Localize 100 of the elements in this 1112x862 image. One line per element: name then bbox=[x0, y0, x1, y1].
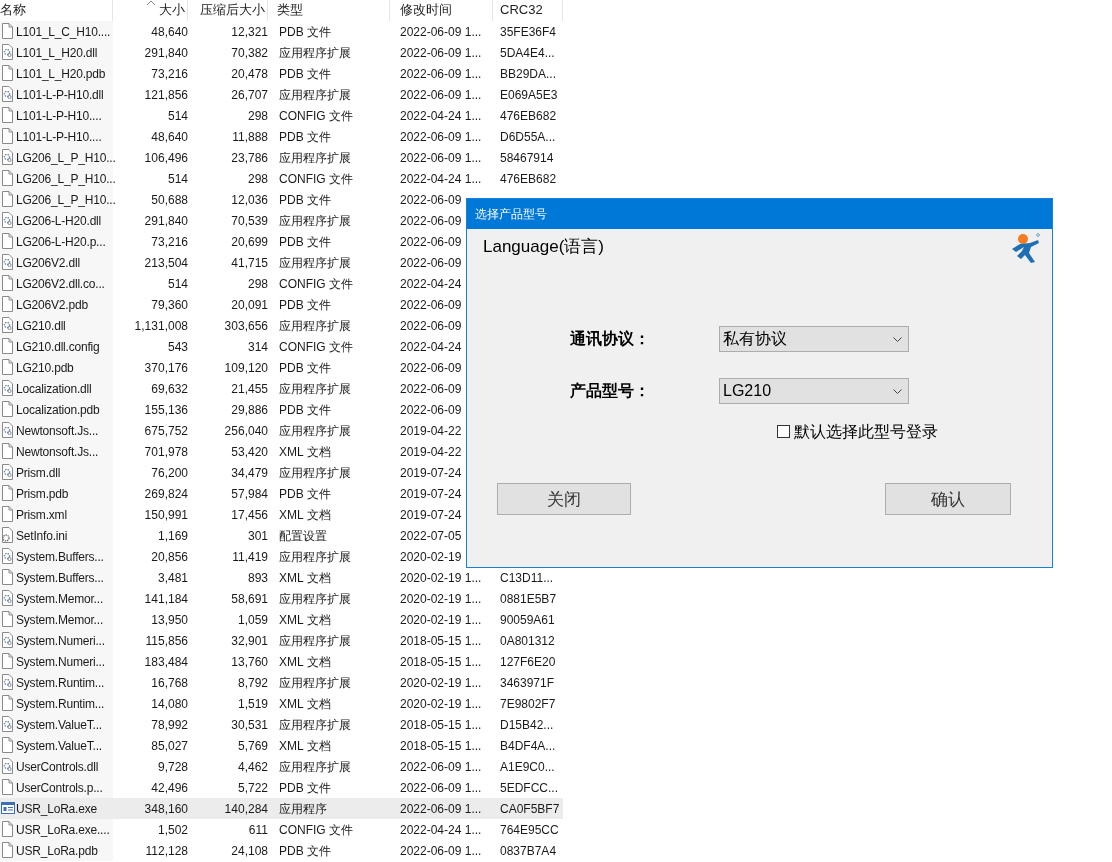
file-row[interactable]: Localization.dll 69,632 21,455 应用程序扩展 2022-06-09 bbox=[0, 378, 563, 399]
file-row[interactable]: System.Buffers... 20,856 11,419 应用程序扩展 2020-02-19 bbox=[0, 546, 563, 567]
table-cell-text: 32,901 bbox=[231, 632, 268, 650]
table-cell-text: UserControls.dll bbox=[16, 758, 99, 776]
file-row[interactable]: System.Buffers... 3,481 893 XML 文档 2020-02-19 1... C13D11... bbox=[0, 567, 563, 588]
table-cell-text: System.Memor... bbox=[16, 611, 104, 629]
table-cell-text: 应用程序扩展 bbox=[278, 44, 351, 62]
table-cell-text: 70,382 bbox=[231, 44, 268, 62]
file-row[interactable]: L101-L-P-H10.... 514 298 CONFIG 文件 2022-04-24 1... 476EB682 bbox=[0, 105, 563, 126]
settings-file-icon bbox=[1, 527, 15, 543]
file-icon bbox=[1, 275, 15, 291]
dropdown[interactable]: 私有协议 bbox=[719, 326, 909, 352]
table-cell-text: PDB 文件 bbox=[278, 233, 331, 251]
file-row[interactable]: USR_LoRa.pdb 112,128 24,108 PDB 文件 2022-06-09 1... 0837B7A4 bbox=[0, 840, 563, 861]
file-row[interactable]: System.Numeri... 115,856 32,901 应用程序扩展 2018-05-15 1... 0A801312 bbox=[0, 630, 563, 651]
table-cell-text: Newtonsoft.Js... bbox=[16, 443, 99, 461]
close-button[interactable]: 关闭 bbox=[497, 483, 631, 516]
file-row[interactable]: LG210.pdb 370,176 109,120 PDB 文件 2022-06-09 bbox=[0, 357, 563, 378]
file-row[interactable]: System.Memor... 13,950 1,059 XML 文档 2020-02-19 1... 90059A61 bbox=[0, 609, 563, 630]
table-cell-text: 2019-07-24 bbox=[399, 464, 462, 482]
table-cell-text: 611 bbox=[248, 821, 268, 839]
column-header[interactable]: CRC32 bbox=[500, 2, 543, 17]
table-cell-text: 应用程序扩展 bbox=[278, 464, 351, 482]
table-cell-text: 348,160 bbox=[144, 800, 188, 818]
table-cell-text: Prism.dll bbox=[16, 464, 61, 482]
table-cell-text: A1E9C0... bbox=[499, 758, 555, 776]
table-cell-text: SetInfo.ini bbox=[16, 527, 68, 545]
table-cell-text: 155,136 bbox=[144, 401, 188, 419]
column-header[interactable]: 类型 bbox=[277, 2, 303, 17]
table-cell-text: 150,991 bbox=[144, 506, 188, 524]
table-cell-text: 5EDFCC... bbox=[499, 779, 558, 797]
column-header[interactable]: 压缩后大小 bbox=[200, 2, 265, 17]
table-cell-text: USR_LoRa.pdb bbox=[16, 842, 98, 860]
file-icon bbox=[1, 23, 15, 39]
file-row[interactable]: LG206_L_P_H10... 514 298 CONFIG 文件 2022-04-24 1... 476EB682 bbox=[0, 168, 563, 189]
table-cell-text: PDB 文件 bbox=[278, 296, 331, 314]
file-row[interactable]: System.Runtim... 16,768 8,792 应用程序扩展 2020-02-19 1... 3463971F bbox=[0, 672, 563, 693]
gear-file-icon bbox=[1, 212, 15, 228]
table-cell-text: 2022-04-24 1... bbox=[399, 170, 482, 188]
confirm-button[interactable]: 确认 bbox=[885, 483, 1011, 516]
table-cell-text: 2022-06-09 bbox=[399, 401, 462, 419]
table-cell-text: 0881E5B7 bbox=[499, 590, 557, 608]
file-row[interactable]: SetInfo.ini 1,169 301 配置设置 2022-07-05 bbox=[0, 525, 563, 546]
file-row[interactable]: System.Runtim... 14,080 1,519 XML 文档 2020-02-19 1... 7E9802F7 bbox=[0, 693, 563, 714]
file-row[interactable]: Newtonsoft.Js... 675,752 256,040 应用程序扩展 2019-04-22 bbox=[0, 420, 563, 441]
file-row[interactable]: L101_L_C_H10.... 48,640 12,321 PDB 文件 2022-06-09 1... 35FE36F4 bbox=[0, 21, 563, 42]
file-row[interactable]: L101_L_H20.pdb 73,216 20,478 PDB 文件 2022-06-09 1... BB29DA... bbox=[0, 63, 563, 84]
file-row[interactable]: UserControls.dll 9,728 4,462 应用程序扩展 2022-06-09 1... A1E9C0... bbox=[0, 756, 563, 777]
table-cell-text: 应用程序扩展 bbox=[278, 422, 351, 440]
table-cell-text: 应用程序扩展 bbox=[278, 254, 351, 272]
file-row[interactable]: LG210.dll 1,131,008 303,656 应用程序扩展 2022-06-09 bbox=[0, 315, 563, 336]
file-row[interactable]: System.ValueT... 85,027 5,769 XML 文档 2018-05-15 1... B4DF4A... bbox=[0, 735, 563, 756]
dropdown[interactable]: LG210 bbox=[719, 378, 909, 404]
table-cell-text: PDB 文件 bbox=[278, 23, 331, 41]
table-cell-text: 2022-06-09 1... bbox=[399, 128, 482, 146]
table-cell-text: 应用程序扩展 bbox=[278, 632, 351, 650]
table-cell-text: 2018-05-15 1... bbox=[399, 716, 482, 734]
file-row[interactable]: Newtonsoft.Js... 701,978 53,420 XML 文档 2019-04-22 bbox=[0, 441, 563, 462]
table-cell-text: 应用程序扩展 bbox=[278, 380, 351, 398]
window-title: 选择产品型号 bbox=[475, 206, 547, 223]
file-row[interactable]: LG206V2.dll.co... 514 298 CONFIG 文件 2022-04-24 bbox=[0, 273, 563, 294]
table-cell-text: 8,792 bbox=[237, 674, 268, 692]
table-cell-text: 12,321 bbox=[231, 23, 268, 41]
file-row[interactable]: USR_LoRa.exe 348,160 140,284 应用程序 2022-06-09 1... CA0F5BF7 bbox=[0, 798, 563, 819]
file-row[interactable]: LG206_L_P_H10... 106,496 23,786 应用程序扩展 2022-06-09 1... 58467914 bbox=[0, 147, 563, 168]
file-row[interactable]: LG210.dll.config 543 314 CONFIG 文件 2022-04-24 bbox=[0, 336, 563, 357]
file-row[interactable]: System.Numeri... 183,484 13,760 XML 文档 2018-05-15 1... 127F6E20 bbox=[0, 651, 563, 672]
gear-file-icon bbox=[1, 464, 15, 480]
table-cell-text: 183,484 bbox=[144, 653, 188, 671]
table-cell-text: 90059A61 bbox=[499, 611, 555, 629]
table-cell-text: 514 bbox=[167, 170, 188, 188]
table-cell-text: 20,856 bbox=[151, 548, 188, 566]
table-cell-text: 127F6E20 bbox=[499, 653, 556, 671]
file-row[interactable]: L101_L_H20.dll 291,840 70,382 应用程序扩展 2022-06-09 1... 5DA4E4... bbox=[0, 42, 563, 63]
column-header[interactable]: 修改时间 bbox=[400, 2, 452, 17]
column-header[interactable]: 名称 bbox=[0, 2, 26, 17]
file-row[interactable]: Localization.pdb 155,136 29,886 PDB 文件 2022-06-09 bbox=[0, 399, 563, 420]
file-row[interactable]: Prism.dll 76,200 34,479 应用程序扩展 2019-07-24 bbox=[0, 462, 563, 483]
file-row[interactable]: System.ValueT... 78,992 30,531 应用程序扩展 2018-05-15 1... D15B42... bbox=[0, 714, 563, 735]
table-cell-text: CONFIG 文件 bbox=[278, 170, 353, 188]
field-label: 产品型号： bbox=[569, 380, 651, 402]
checkbox[interactable] bbox=[777, 425, 790, 439]
file-row[interactable]: USR_LoRa.exe.... 1,502 611 CONFIG 文件 2022-04-24 1... 764E95CC bbox=[0, 819, 563, 840]
file-row[interactable]: LG206V2.pdb 79,360 20,091 PDB 文件 2022-06-09 bbox=[0, 294, 563, 315]
file-icon bbox=[1, 191, 15, 207]
column-header[interactable]: 大小 bbox=[159, 2, 185, 17]
file-row[interactable]: System.Memor... 141,184 58,691 应用程序扩展 2020-02-19 1... 0881E5B7 bbox=[0, 588, 563, 609]
file-row[interactable]: L101-L-P-H10.dll 121,856 26,707 应用程序扩展 2022-06-09 1... E069A5E3 bbox=[0, 84, 563, 105]
table-cell-text: 2020-02-19 bbox=[399, 548, 462, 566]
table-cell-text: LG210.dll.config bbox=[16, 338, 100, 356]
table-cell-text: 2020-02-19 1... bbox=[399, 674, 482, 692]
table-cell-text: 2022-06-09 1... bbox=[399, 86, 482, 104]
file-row[interactable]: L101-L-P-H10.... 48,640 11,888 PDB 文件 2022-06-09 1... D6D55A... bbox=[0, 126, 563, 147]
language-link[interactable]: Language(语言) bbox=[483, 234, 604, 260]
table-cell-text: 应用程序扩展 bbox=[278, 716, 351, 734]
table-cell-text: 2022-06-09 bbox=[399, 380, 462, 398]
file-icon bbox=[1, 338, 15, 354]
file-row[interactable]: UserControls.p... 42,496 5,722 PDB 文件 2022-06-09 1... 5EDFCC... bbox=[0, 777, 563, 798]
checkbox-label[interactable]: 默认选择此型号登录 bbox=[794, 420, 938, 444]
table-cell-text: LG206V2.pdb bbox=[16, 296, 88, 314]
